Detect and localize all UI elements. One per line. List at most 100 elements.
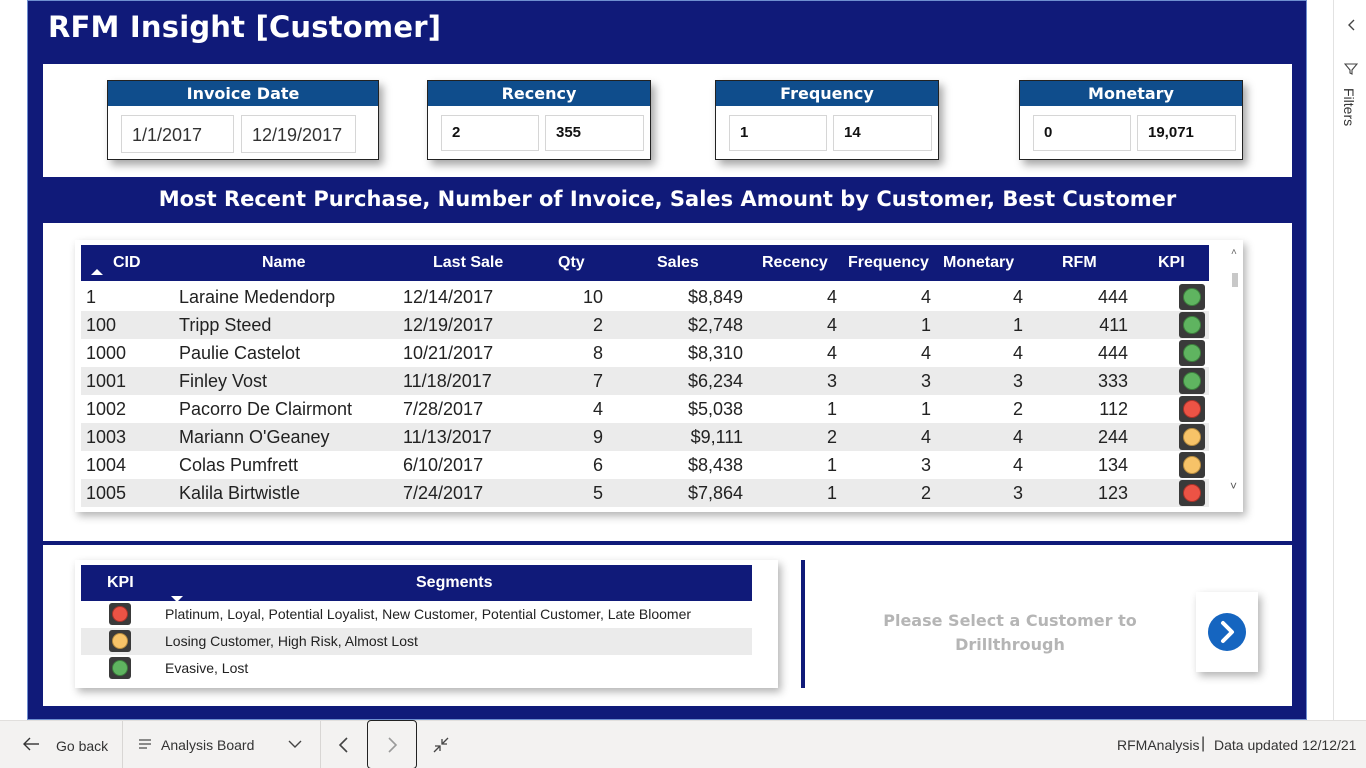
cell-name: Kalila Birtwistle xyxy=(179,483,301,503)
go-back-label: Go back xyxy=(56,738,109,754)
page-name-label: Analysis Board xyxy=(161,737,255,753)
table-row[interactable]: 1001 Finley Vost 11/18/2017 7 $6,234 3 3 3 333 xyxy=(81,367,1209,395)
cell-rfm: 244 xyxy=(1097,427,1128,447)
drillthrough-button-card xyxy=(1196,592,1258,672)
chevron-left-icon[interactable] xyxy=(1346,18,1356,32)
bar-separator xyxy=(122,721,123,768)
cell-cid: 1002 xyxy=(86,399,127,419)
column-header-qty[interactable]: Qty xyxy=(558,254,585,272)
section-divider xyxy=(43,541,1292,545)
column-header-cid[interactable]: CID xyxy=(113,254,141,272)
table-row[interactable]: 1000 Paulie Castelot 10/21/2017 8 $8,310 4 4 4 4… xyxy=(81,339,1209,367)
cell-sales: $7,864 xyxy=(687,483,743,503)
invoice-date-to-input[interactable]: 12/19/2017 xyxy=(241,115,356,153)
cell-qty: 5 xyxy=(592,483,603,503)
cell-recency: 3 xyxy=(826,371,837,391)
table-row[interactable]: 100 Tripp Steed 12/19/2017 2 $2,748 4 1 1 411 xyxy=(81,311,1209,339)
cell-rfm: 123 xyxy=(1097,483,1128,503)
table-row[interactable]: 1003 Mariann O'Geaney 11/13/2017 9 $9,111 2 4 4… xyxy=(81,423,1209,451)
cell-last-sale: 12/14/2017 xyxy=(403,287,494,307)
scroll-up-icon[interactable]: ˄ xyxy=(1231,247,1237,258)
cell-rfm: 333 xyxy=(1097,371,1128,391)
legend-row[interactable]: Evasive, Lost xyxy=(81,655,752,682)
recency-min-input[interactable]: 2 xyxy=(441,115,539,151)
column-header-monetary[interactable]: Monetary xyxy=(943,254,1014,272)
table-scrollbar[interactable]: ˄ ˅ xyxy=(1230,245,1242,503)
hamburger-icon xyxy=(139,739,151,749)
column-header-last-sale[interactable]: Last Sale xyxy=(433,254,503,272)
kpi-red-dot-icon xyxy=(1183,400,1201,418)
cell-cid: 1005 xyxy=(86,483,127,503)
monetary-min-input[interactable]: 0 xyxy=(1033,115,1131,151)
kpi-green-dot-icon xyxy=(1183,372,1201,390)
table-row[interactable]: 1005 Kalila Birtwistle 7/24/2017 5 $7,864 1 2 3… xyxy=(81,479,1209,507)
cell-sales: $9,111 xyxy=(690,427,743,447)
cell-name: Finley Vost xyxy=(179,371,268,391)
page-selector[interactable]: Analysis Board xyxy=(138,735,308,755)
legend-row[interactable]: Platinum, Loyal, Potential Loyalist, New… xyxy=(81,601,752,628)
bottom-navigation-bar: Go back Analysis Board RFMAnalysis | Dat… xyxy=(0,720,1366,768)
table-row[interactable]: 1002 Pacorro De Clairmont 7/28/2017 4 $5,038… xyxy=(81,395,1209,423)
column-header-frequency[interactable]: Frequency xyxy=(848,254,929,272)
vertical-divider xyxy=(801,560,805,688)
legend-header-kpi[interactable]: KPI xyxy=(107,574,134,592)
legend-header: KPI Segments xyxy=(81,565,752,602)
cell-monetary: 1 xyxy=(1012,315,1023,335)
cell-rfm: 444 xyxy=(1097,287,1128,307)
invoice-date-slicer-title: Invoice Date xyxy=(108,81,378,106)
bar-separator xyxy=(320,721,321,768)
cell-qty: 4 xyxy=(592,399,603,419)
data-updated-label: Data updated 12/12/21 xyxy=(1214,737,1357,753)
column-header-name[interactable]: Name xyxy=(262,254,306,272)
cell-name: Pacorro De Clairmont xyxy=(179,399,353,419)
kpi-indicator xyxy=(1179,424,1205,450)
cell-qty: 7 xyxy=(592,371,603,391)
cell-name: Mariann O'Geaney xyxy=(179,427,330,447)
legend-header-segments[interactable]: Segments xyxy=(416,574,492,592)
column-header-recency[interactable]: Recency xyxy=(762,254,828,272)
frequency-min-input[interactable]: 1 xyxy=(729,115,827,151)
collapse-arrows-icon[interactable] xyxy=(432,736,450,754)
table-header: CID Name Last Sale Qty Sales Recency Fre… xyxy=(81,245,1209,281)
prev-page-button[interactable] xyxy=(337,735,351,755)
legend-kpi-indicator xyxy=(109,657,131,679)
next-page-button[interactable] xyxy=(367,720,417,768)
legend-kpi-indicator xyxy=(109,630,131,652)
invoice-date-from-input[interactable]: 1/1/2017 xyxy=(121,115,234,153)
cell-recency: 2 xyxy=(826,427,837,447)
monetary-max-input[interactable]: 19,071 xyxy=(1137,115,1236,151)
filters-pane-label[interactable]: Filters xyxy=(1341,88,1357,126)
cell-monetary: 3 xyxy=(1012,483,1023,503)
funnel-icon xyxy=(1344,63,1358,75)
table-row[interactable]: 1004 Colas Pumfrett 6/10/2017 6 $8,438 1 3 4 134 xyxy=(81,451,1209,479)
cell-rfm: 444 xyxy=(1097,343,1128,363)
kpi-amber-dot-icon xyxy=(112,633,128,649)
cell-last-sale: 11/18/2017 xyxy=(403,371,492,391)
column-header-rfm[interactable]: RFM xyxy=(1062,254,1097,272)
kpi-amber-dot-icon xyxy=(1183,428,1201,446)
chevron-right-icon xyxy=(388,737,398,753)
cell-sales: $8,438 xyxy=(687,455,743,475)
drillthrough-message: Please Select a Customer to Drillthrough xyxy=(860,609,1160,657)
cell-cid: 1001 xyxy=(86,371,127,391)
recency-slicer-title: Recency xyxy=(428,81,650,106)
cell-monetary: 4 xyxy=(1012,343,1023,363)
table-row[interactable]: 1 Laraine Medendorp 12/14/2017 10 $8,849 4 4 4 4… xyxy=(81,283,1209,311)
frequency-slicer-title: Frequency xyxy=(716,81,938,106)
scroll-down-icon[interactable]: ˅ xyxy=(1230,479,1237,493)
legend-row[interactable]: Losing Customer, High Risk, Almost Lost xyxy=(81,628,752,655)
frequency-max-input[interactable]: 14 xyxy=(833,115,932,151)
scrollbar-thumb[interactable] xyxy=(1232,273,1238,287)
cell-last-sale: 10/21/2017 xyxy=(403,343,494,363)
column-header-sales[interactable]: Sales xyxy=(657,254,699,272)
recency-max-input[interactable]: 355 xyxy=(545,115,644,151)
cell-qty: 2 xyxy=(592,315,603,335)
cell-sales: $2,748 xyxy=(687,315,743,335)
kpi-amber-dot-icon xyxy=(1183,456,1201,474)
drillthrough-button[interactable] xyxy=(1208,613,1246,651)
cell-last-sale: 6/10/2017 xyxy=(403,455,484,475)
chevron-right-circle-icon xyxy=(1221,621,1234,643)
cell-sales: $6,234 xyxy=(687,371,743,391)
column-header-kpi[interactable]: KPI xyxy=(1158,254,1185,272)
cell-last-sale: 11/13/2017 xyxy=(403,427,492,447)
